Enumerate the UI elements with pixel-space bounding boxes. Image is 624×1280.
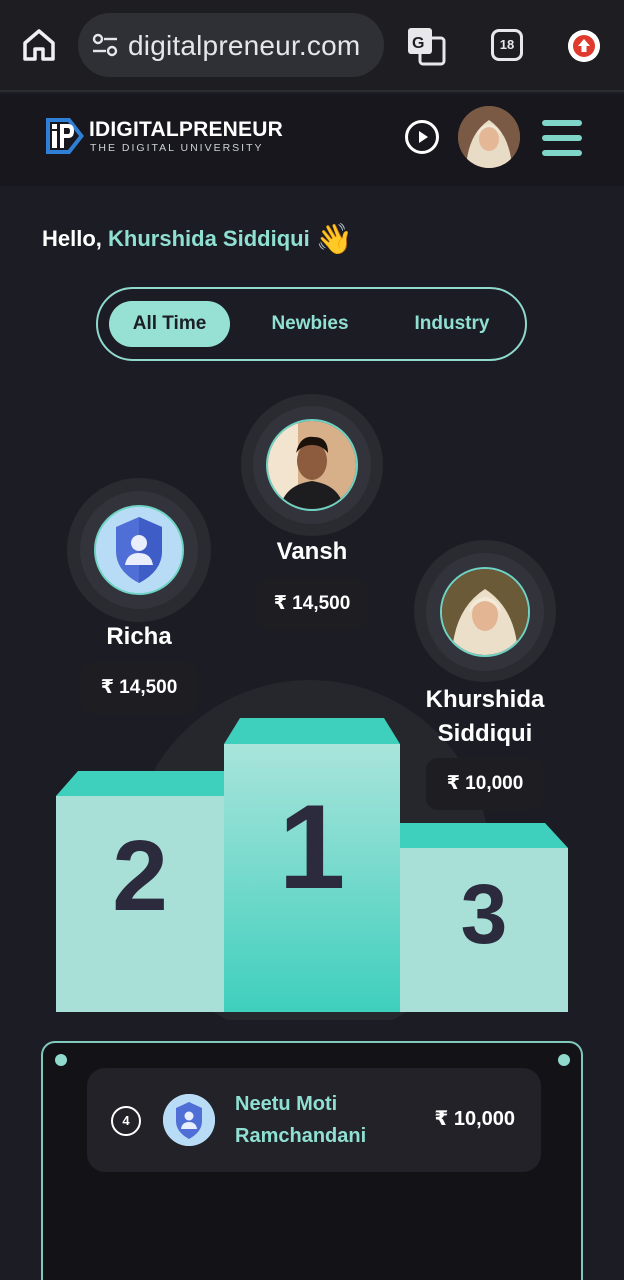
update-icon[interactable] — [568, 30, 600, 62]
leaderboard-list: 4 Neetu Moti Ramchandani ₹ 10,000 — [41, 1041, 583, 1280]
list-item-name: Neetu Moti Ramchandani — [235, 1093, 367, 1147]
tab-switcher-button[interactable]: 18 — [491, 29, 523, 61]
svg-text:G: G — [412, 35, 424, 52]
third-place-name: Khurshida Siddiqui — [400, 683, 570, 751]
wave-emoji: 👋 — [315, 223, 354, 256]
second-place-name: Richa — [106, 623, 172, 650]
tab-industry[interactable]: Industry — [392, 301, 512, 347]
user-avatar[interactable] — [458, 106, 520, 168]
app-header: IDIGITALPRENEUR THE DIGITAL UNIVERSITY — [0, 94, 624, 186]
third-place-avatar[interactable] — [440, 567, 530, 657]
third-place-name-line2: Siddiqui — [437, 720, 533, 747]
play-icon[interactable] — [405, 120, 439, 154]
corner-dot — [558, 1054, 570, 1066]
second-place-amount: ₹ 14,500 — [81, 662, 197, 714]
first-place-avatar[interactable] — [266, 419, 358, 511]
second-place-avatar[interactable] — [94, 505, 184, 595]
greeting: Hello, Khurshida Siddiqui 👋 — [42, 222, 353, 257]
greeting-hello: Hello, — [42, 226, 109, 251]
podium-rank-1: 1 — [278, 780, 346, 914]
tab-newbies[interactable]: Newbies — [250, 301, 370, 347]
url-text[interactable]: digitalpreneur.com — [128, 30, 360, 62]
greeting-name: Khurshida Siddiqui — [108, 226, 310, 251]
logo-title: IDIGITALPRENEUR — [89, 118, 283, 141]
list-item-amount: ₹ 10,000 — [434, 1108, 515, 1130]
menu-icon[interactable] — [542, 120, 582, 156]
browser-toolbar: digitalpreneur.com G 18 — [0, 0, 624, 92]
first-place-amount: ₹ 14,500 — [256, 578, 368, 630]
address-bar[interactable]: digitalpreneur.com — [78, 13, 384, 77]
podium-rank-3: 3 — [460, 867, 508, 961]
home-icon[interactable] — [20, 26, 58, 64]
podium-rank-2: 2 — [112, 820, 168, 932]
third-place-amount: ₹ 10,000 — [426, 758, 544, 810]
translate-icon[interactable]: G — [406, 26, 446, 66]
corner-dot — [55, 1054, 67, 1066]
list-item-avatar — [163, 1094, 215, 1146]
rank-badge: 4 — [111, 1106, 141, 1136]
list-item[interactable]: 4 Neetu Moti Ramchandani ₹ 10,000 — [87, 1068, 541, 1172]
third-place-name-line1: Khurshida — [425, 686, 545, 713]
logo-subtitle: THE DIGITAL UNIVERSITY — [90, 142, 264, 154]
first-place-name: Vansh — [276, 538, 348, 565]
tab-all-time[interactable]: All Time — [109, 301, 230, 347]
logo-icon[interactable] — [40, 112, 86, 160]
leaderboard-tabs: All Time Newbies Industry — [96, 287, 527, 361]
site-settings-icon[interactable] — [92, 33, 118, 57]
